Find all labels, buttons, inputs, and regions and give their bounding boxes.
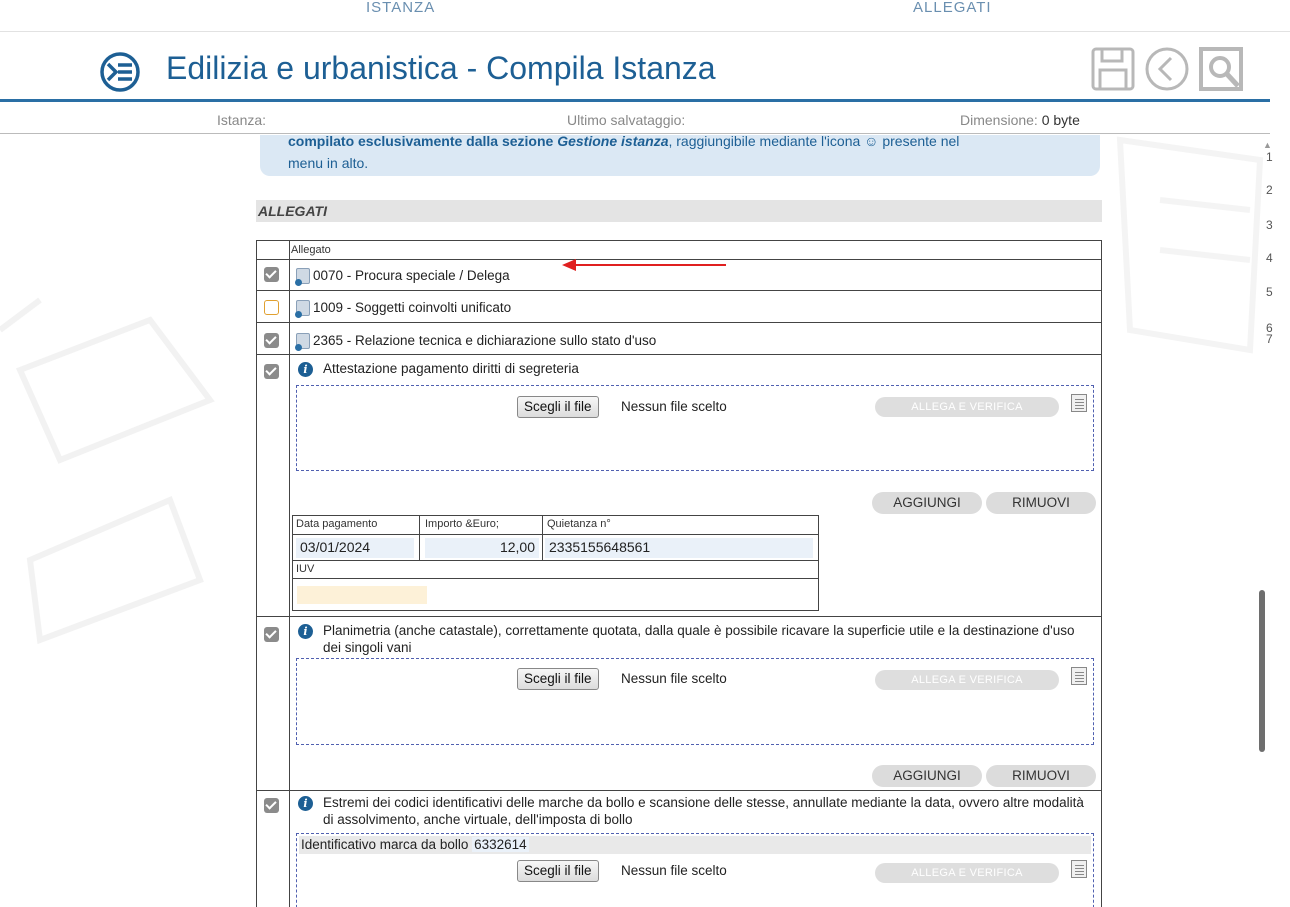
cell-divider: [419, 516, 420, 560]
scroll-up-arrow-icon[interactable]: ▲: [1263, 140, 1272, 150]
marca-bollo-field[interactable]: 6332614: [472, 837, 529, 852]
row-divider: [257, 322, 1101, 323]
scrollbar-thumb[interactable]: [1259, 590, 1265, 752]
document-icon[interactable]: [295, 268, 310, 286]
row-divider: [257, 354, 1101, 355]
table-column-divider: [289, 241, 290, 907]
allegati-table: Allegato 0070 - Procura speciale / Deleg…: [256, 240, 1102, 907]
checkbox-0070[interactable]: [264, 267, 279, 282]
iuv-label: IUV: [296, 563, 315, 575]
red-arrow-annotation: [562, 259, 726, 271]
item-planimetria-text: Planimetria (anche catastale), correttam…: [323, 623, 1075, 655]
top-tabs: ISTANZA ALLEGATI: [0, 0, 1290, 32]
choose-file-button[interactable]: Scegli il file: [517, 668, 599, 690]
table-header-allegato: Allegato: [291, 244, 331, 256]
notice-line-1: compilato esclusivamente dalla sezione G…: [288, 133, 959, 149]
checkbox-1009[interactable]: [264, 300, 279, 315]
allega-verifica-button[interactable]: ALLEGA E VERIFICA: [875, 863, 1059, 883]
list-icon[interactable]: [1071, 860, 1087, 878]
item-attestazione-text: Attestazione pagamento diritti di segret…: [323, 361, 579, 376]
istanza-label: Istanza:: [217, 112, 267, 128]
side-index-item[interactable]: 2: [1266, 183, 1273, 197]
importo-field[interactable]: 12,00: [425, 538, 539, 558]
no-file-label: Nessun file scelto: [621, 671, 727, 686]
dimensione-info: Dimensione: 0 byte: [960, 112, 1080, 128]
save-icon[interactable]: [1090, 46, 1136, 92]
data-pagamento-label: Data pagamento: [296, 518, 378, 530]
allegato-2365-label: 2365 - Relazione tecnica e dichiarazione…: [313, 333, 657, 348]
info-bar: Istanza: Ultimo salvataggio: Dimensione:…: [0, 110, 1270, 134]
allegato-1009-label: 1009 - Soggetti coinvolti unificato: [313, 300, 512, 315]
checkbox-planimetria[interactable]: [264, 627, 279, 642]
marca-bollo-label: Identificativo marca da bollo: [301, 837, 469, 852]
side-index-item[interactable]: 7: [1266, 332, 1273, 346]
quietanza-label: Quietanza n°: [547, 518, 611, 530]
background-sketch-right: [1116, 136, 1264, 354]
aggiungi-button[interactable]: AGGIUNGI: [872, 492, 982, 514]
page-title: Edilizia e urbanistica - Compila Istanza: [166, 50, 716, 86]
dimensione-label: Dimensione:: [960, 112, 1038, 128]
background-sketch-left: [0, 297, 215, 645]
ultimo-salvataggio-label: Ultimo salvataggio:: [567, 112, 686, 128]
iuv-field[interactable]: [297, 586, 427, 604]
cell-divider: [293, 534, 818, 535]
list-icon[interactable]: [1071, 667, 1087, 685]
side-index-item[interactable]: 3: [1266, 218, 1273, 232]
allegato-0070-label: 0070 - Procura speciale / Delega: [313, 268, 510, 283]
document-icon[interactable]: [295, 300, 310, 318]
allega-verifica-button[interactable]: ALLEGA E VERIFICA: [875, 397, 1059, 417]
cell-divider: [293, 578, 818, 579]
notice-bold-italic: Gestione istanza: [557, 133, 669, 149]
choose-file-button[interactable]: Scegli il file: [517, 396, 599, 418]
aggiungi-button[interactable]: AGGIUNGI: [872, 765, 982, 787]
upload-box: Scegli il file Nessun file scelto ALLEGA…: [296, 658, 1094, 745]
cell-divider: [542, 516, 543, 560]
info-icon[interactable]: i: [298, 624, 313, 639]
upload-box: Scegli il file Nessun file scelto ALLEGA…: [296, 385, 1094, 471]
checkbox-attestazione[interactable]: [264, 364, 279, 379]
tab-istanza[interactable]: ISTANZA: [366, 2, 435, 22]
cell-divider: [293, 560, 818, 561]
notice-bold: compilato esclusivamente dalla sezione: [288, 133, 554, 149]
back-icon[interactable]: [1144, 46, 1190, 92]
item-marche-bollo-text: Estremi dei codici identificativi delle …: [323, 795, 1084, 827]
exit-icon[interactable]: [1198, 46, 1244, 92]
info-notice: compilato esclusivamente dalla sezione G…: [260, 133, 1100, 176]
no-file-label: Nessun file scelto: [621, 863, 727, 878]
row-divider: [257, 790, 1101, 791]
checkbox-marche-bollo[interactable]: [264, 798, 279, 813]
notice-end: presente nel: [878, 133, 960, 149]
notice-rest: , raggiungibile mediante l'icona: [668, 133, 861, 149]
notice-line-2: menu in alto.: [288, 155, 369, 171]
checkbox-2365[interactable]: [264, 333, 279, 348]
document-icon[interactable]: [295, 333, 310, 351]
dimensione-value: 0 byte: [1041, 112, 1080, 128]
payment-table: Data pagamento Importo &Euro; Quietanza …: [292, 515, 819, 611]
info-icon[interactable]: i: [298, 796, 313, 811]
side-index-item[interactable]: 5: [1266, 285, 1273, 299]
rimuovi-button[interactable]: RIMUOVI: [986, 492, 1096, 514]
row-divider: [257, 290, 1101, 291]
toolbar: [1090, 46, 1244, 92]
no-file-label: Nessun file scelto: [621, 399, 727, 414]
istanza-small-icon: ☺: [864, 133, 879, 149]
upload-box: Identificativo marca da bollo 6332614 Sc…: [296, 833, 1094, 907]
side-index-item[interactable]: 4: [1266, 251, 1273, 265]
tab-allegati[interactable]: ALLEGATI: [913, 2, 992, 22]
list-icon[interactable]: [1071, 394, 1087, 412]
page-header: Edilizia e urbanistica - Compila Istanza: [0, 36, 1270, 102]
marca-bollo-row: Identificativo marca da bollo 6332614: [299, 836, 1091, 854]
importo-label: Importo &Euro;: [425, 518, 499, 530]
data-pagamento-field[interactable]: 03/01/2024: [296, 538, 414, 558]
edilizia-logo-icon: [100, 52, 140, 92]
info-icon[interactable]: i: [298, 362, 313, 377]
side-index-item[interactable]: 1: [1266, 150, 1273, 164]
row-divider: [257, 616, 1101, 617]
allega-verifica-button[interactable]: ALLEGA E VERIFICA: [875, 670, 1059, 690]
choose-file-button[interactable]: Scegli il file: [517, 860, 599, 882]
section-title-allegati: ALLEGATI: [256, 200, 1102, 222]
quietanza-field[interactable]: 2335155648561: [545, 538, 813, 558]
rimuovi-button[interactable]: RIMUOVI: [986, 765, 1096, 787]
